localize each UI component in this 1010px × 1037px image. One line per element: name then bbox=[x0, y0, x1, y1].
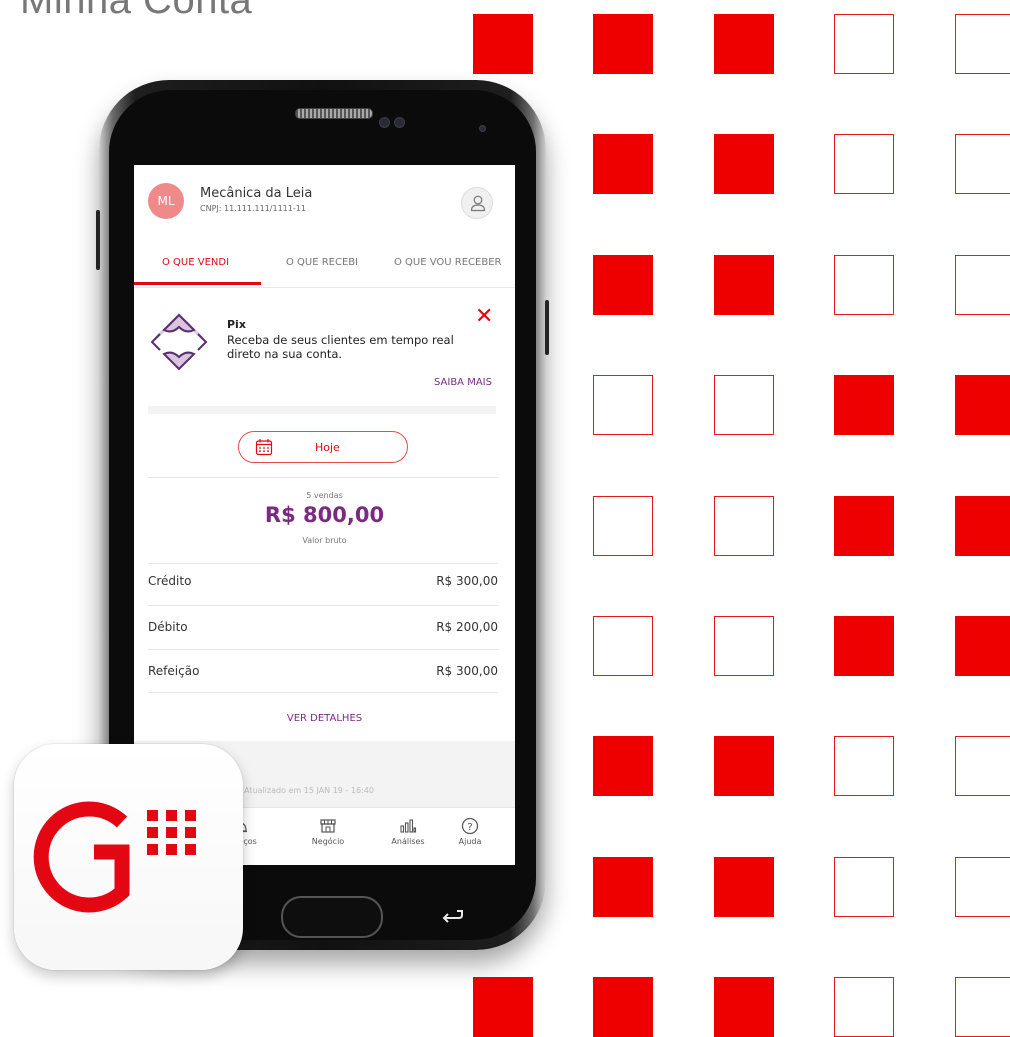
sales-total: R$ 800,00 bbox=[264, 503, 385, 527]
help-icon: ? bbox=[461, 817, 479, 835]
decorative-square bbox=[955, 14, 1010, 74]
decorative-square bbox=[834, 857, 894, 917]
decorative-square bbox=[714, 14, 774, 74]
decorative-square bbox=[834, 375, 894, 435]
account-header: ML Mecânica da Leia CNPJ: 11.111.111/111… bbox=[134, 165, 515, 237]
decorative-square bbox=[955, 375, 1010, 435]
date-filter-label: Hoje bbox=[315, 441, 340, 454]
decorative-square bbox=[593, 14, 653, 74]
decorative-square bbox=[473, 14, 533, 74]
store-icon bbox=[320, 819, 336, 833]
decorative-square bbox=[834, 255, 894, 315]
tab-o-que-vendi[interactable]: O QUE VENDI bbox=[162, 257, 229, 268]
merchant-cnpj: CNPJ: 11.111.111/1111-11 bbox=[200, 204, 306, 213]
payment-type-value: R$ 300,00 bbox=[436, 574, 498, 588]
decorative-square bbox=[955, 736, 1010, 796]
decorative-square bbox=[834, 14, 894, 74]
front-camera bbox=[479, 125, 486, 132]
decorative-square bbox=[714, 375, 774, 435]
nav-ajuda[interactable]: ? Ajuda bbox=[440, 816, 500, 846]
decorative-square bbox=[955, 496, 1010, 556]
banner-divider bbox=[148, 406, 496, 414]
svg-text:?: ? bbox=[467, 822, 472, 833]
pix-title: Pix bbox=[227, 318, 246, 331]
decorative-square bbox=[955, 977, 1010, 1037]
sales-count: 5 vendas bbox=[306, 491, 343, 500]
decorative-square bbox=[593, 375, 653, 435]
nav-analises[interactable]: Análises bbox=[378, 816, 438, 846]
bar-chart-icon bbox=[400, 819, 417, 833]
decorative-square bbox=[714, 496, 774, 556]
sensor-dot bbox=[379, 117, 390, 128]
power-button bbox=[545, 300, 549, 355]
decorative-square bbox=[955, 616, 1010, 676]
payment-type-label: Débito bbox=[148, 620, 188, 634]
saiba-mais-link[interactable]: SAIBA MAIS bbox=[434, 377, 492, 388]
profile-button[interactable] bbox=[461, 187, 493, 219]
decorative-square bbox=[593, 977, 653, 1037]
decorative-square bbox=[955, 857, 1010, 917]
payment-type-label: Crédito bbox=[148, 574, 192, 588]
divider bbox=[148, 649, 498, 650]
ver-detalhes-link[interactable]: VER DETALHES bbox=[134, 713, 515, 724]
payment-type-value: R$ 300,00 bbox=[436, 664, 498, 678]
decorative-square bbox=[593, 134, 653, 194]
home-button[interactable] bbox=[281, 896, 383, 938]
divider bbox=[148, 605, 498, 606]
nav-label: Análises bbox=[391, 837, 425, 846]
decorative-square bbox=[593, 736, 653, 796]
decorative-square bbox=[593, 255, 653, 315]
decorative-square bbox=[834, 496, 894, 556]
decorative-square bbox=[714, 134, 774, 194]
decorative-square bbox=[593, 857, 653, 917]
active-tab-indicator bbox=[134, 282, 261, 285]
decorative-square bbox=[593, 496, 653, 556]
calendar-icon bbox=[255, 439, 273, 456]
decorative-square bbox=[593, 616, 653, 676]
back-icon[interactable] bbox=[439, 905, 465, 925]
decorative-square bbox=[955, 255, 1010, 315]
page-title: Minha Conta bbox=[20, 0, 253, 22]
decorative-square bbox=[834, 134, 894, 194]
merchant-name: Mecânica da Leia bbox=[200, 186, 313, 201]
decorative-square bbox=[714, 977, 774, 1037]
decorative-square bbox=[834, 616, 894, 676]
g-logo-icon bbox=[33, 801, 196, 913]
date-filter-button[interactable]: Hoje bbox=[238, 431, 408, 463]
nav-label: Negócio bbox=[311, 837, 345, 846]
nav-negocio[interactable]: Negócio bbox=[298, 816, 358, 846]
divider bbox=[148, 563, 498, 564]
sales-caption: Valor bruto bbox=[302, 536, 347, 545]
decorative-square bbox=[955, 134, 1010, 194]
decorative-square bbox=[714, 857, 774, 917]
nav-label: Ajuda bbox=[458, 837, 482, 846]
decorative-square bbox=[834, 977, 894, 1037]
pix-logo-icon bbox=[150, 313, 208, 371]
payment-type-value: R$ 200,00 bbox=[436, 620, 498, 634]
updated-timestamp: Atualizado em 15 JAN 19 - 16:40 bbox=[244, 786, 374, 795]
speaker-grille bbox=[295, 108, 373, 119]
tab-o-que-vou-receber[interactable]: O QUE VOU RECEBER bbox=[394, 257, 501, 268]
payment-type-label: Refeição bbox=[148, 664, 200, 678]
user-icon bbox=[470, 195, 486, 212]
decorative-square bbox=[473, 977, 533, 1037]
avatar[interactable]: ML bbox=[148, 183, 184, 219]
tab-o-que-recebi[interactable]: O QUE RECEBI bbox=[286, 257, 358, 268]
pix-banner: Pix Receba de seus clientes em tempo rea… bbox=[134, 289, 515, 414]
app-icon bbox=[14, 744, 243, 970]
decorative-square bbox=[714, 255, 774, 315]
decorative-square bbox=[834, 736, 894, 796]
sensor-dot bbox=[394, 117, 405, 128]
decorative-square bbox=[714, 736, 774, 796]
divider bbox=[148, 692, 498, 693]
close-icon[interactable]: ✕ bbox=[475, 306, 493, 328]
tab-bar: O QUE VENDI O QUE RECEBI O QUE VOU RECEB… bbox=[134, 249, 515, 288]
divider bbox=[148, 477, 498, 478]
decorative-square bbox=[714, 616, 774, 676]
volume-button bbox=[96, 210, 100, 270]
pix-description: Receba de seus clientes em tempo real di… bbox=[227, 333, 454, 361]
